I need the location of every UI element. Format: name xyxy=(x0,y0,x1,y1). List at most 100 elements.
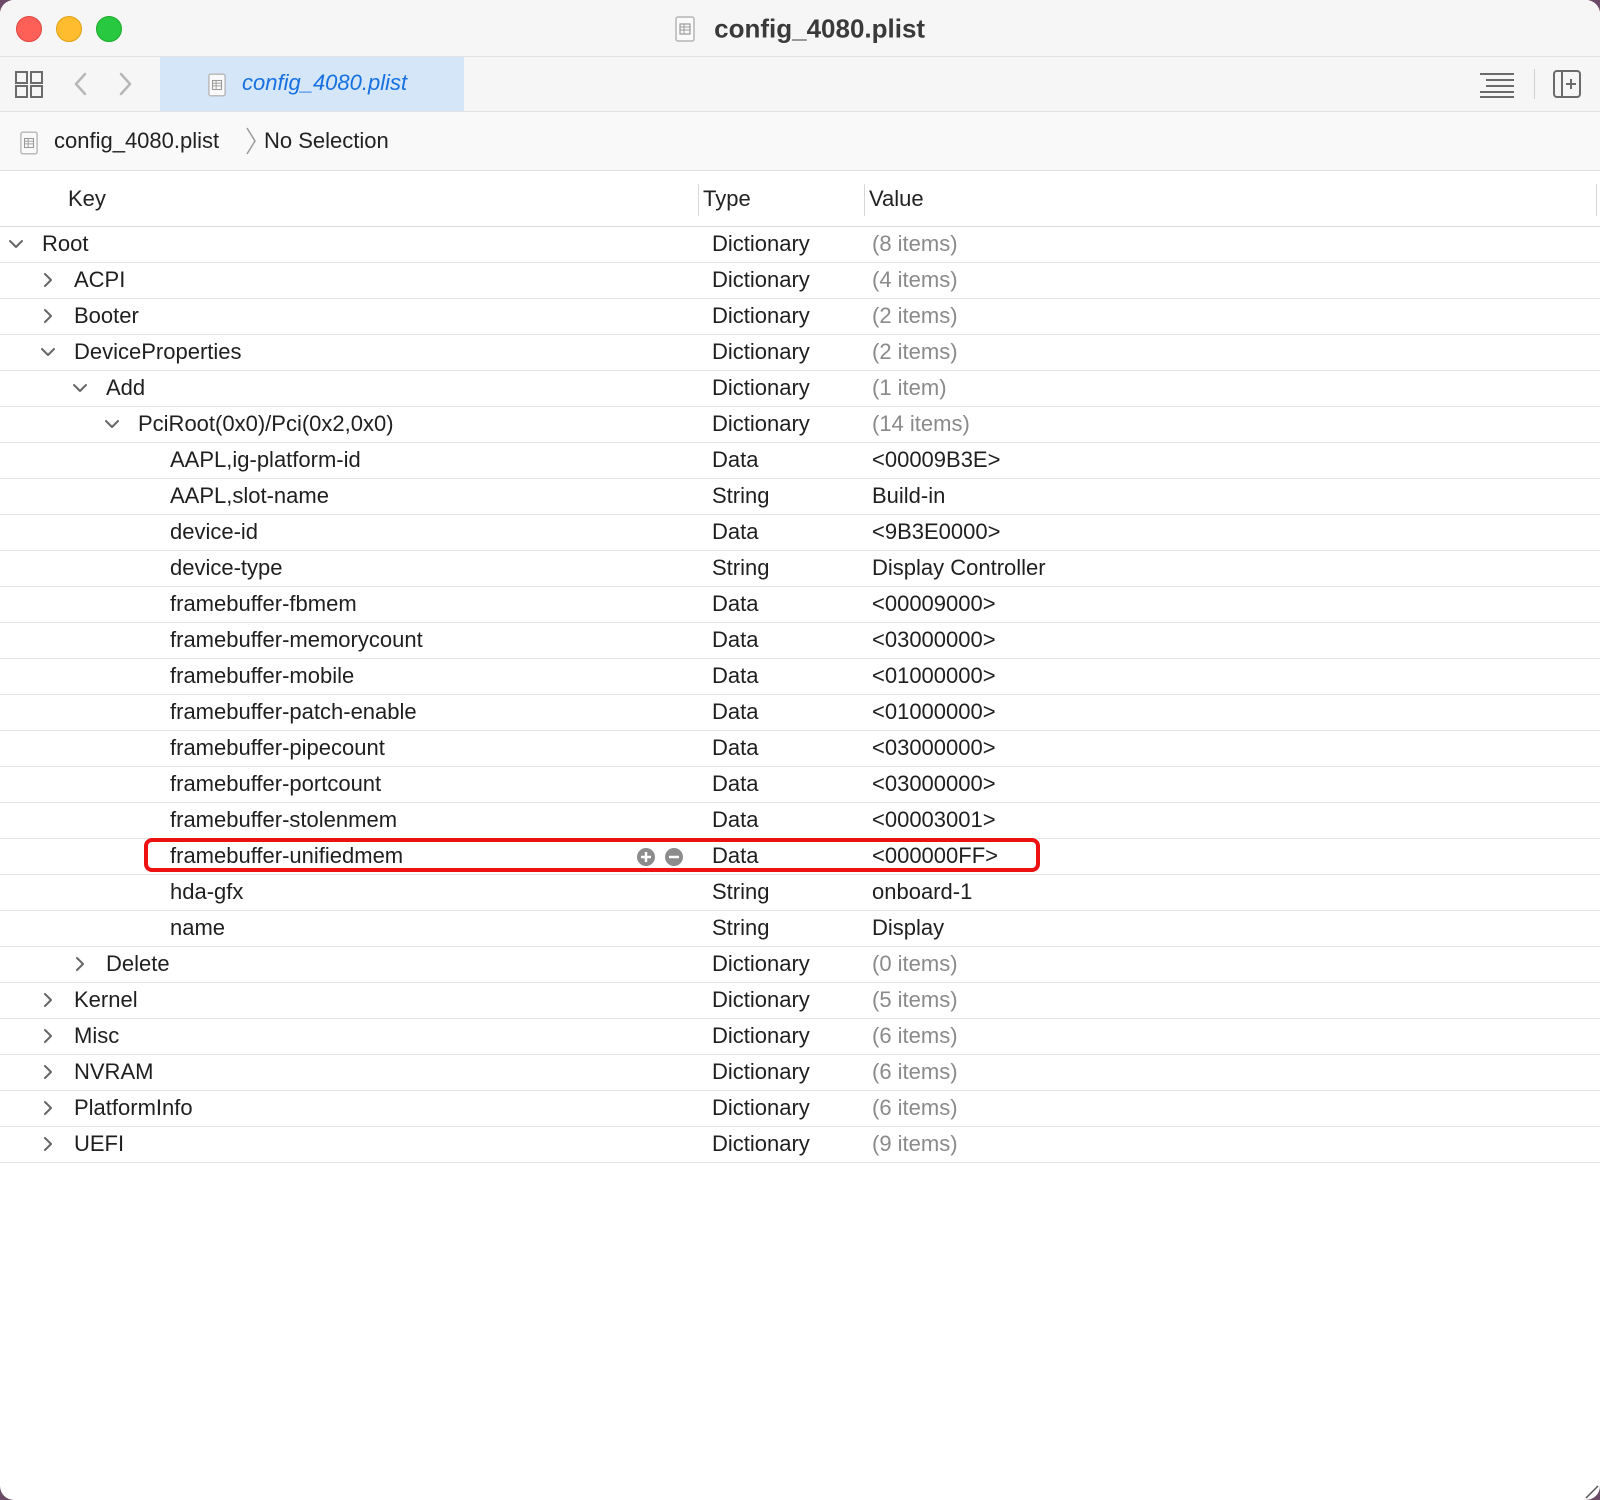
column-header-type[interactable]: Type xyxy=(703,186,751,212)
row-value[interactable]: (1 item) xyxy=(872,375,947,401)
row-type[interactable]: Dictionary xyxy=(712,1023,810,1049)
row-type[interactable]: Dictionary xyxy=(712,303,810,329)
column-divider[interactable] xyxy=(1596,184,1597,216)
outline-row[interactable]: Delete Dictionary (0 items) xyxy=(0,947,1600,983)
row-key[interactable]: framebuffer-portcount xyxy=(170,771,381,797)
outline-row[interactable]: framebuffer-fbmem Data <00009000> xyxy=(0,587,1600,623)
row-type[interactable]: Data xyxy=(712,591,758,617)
row-value[interactable]: <03000000> xyxy=(872,771,996,797)
row-key[interactable]: PlatformInfo xyxy=(74,1095,193,1121)
row-value[interactable]: (6 items) xyxy=(872,1059,958,1085)
outline-row[interactable]: Root Dictionary (8 items) xyxy=(0,227,1600,263)
outline-row[interactable]: framebuffer-patch-enable Data <01000000> xyxy=(0,695,1600,731)
outline-row[interactable]: device-id Data <9B3E0000> xyxy=(0,515,1600,551)
chevron-right-icon[interactable] xyxy=(39,271,57,289)
outline-row[interactable]: DeviceProperties Dictionary (2 items) xyxy=(0,335,1600,371)
row-type[interactable]: String xyxy=(712,879,769,905)
column-divider[interactable] xyxy=(698,184,699,216)
row-value[interactable]: (0 items) xyxy=(872,951,958,977)
row-value[interactable]: (4 items) xyxy=(872,267,958,293)
row-value[interactable]: (6 items) xyxy=(872,1095,958,1121)
row-key[interactable]: Add xyxy=(106,375,145,401)
outline-row[interactable]: Booter Dictionary (2 items) xyxy=(0,299,1600,335)
row-type[interactable]: Dictionary xyxy=(712,375,810,401)
row-key[interactable]: framebuffer-mobile xyxy=(170,663,354,689)
row-value[interactable]: (2 items) xyxy=(872,339,958,365)
row-key[interactable]: UEFI xyxy=(74,1131,124,1157)
row-value[interactable]: (8 items) xyxy=(872,231,958,257)
row-key[interactable]: AAPL,ig-platform-id xyxy=(170,447,361,473)
outline-row[interactable]: Kernel Dictionary (5 items) xyxy=(0,983,1600,1019)
breadcrumb-file[interactable]: config_4080.plist xyxy=(54,128,219,154)
outline-row[interactable]: AAPL,ig-platform-id Data <00009B3E> xyxy=(0,443,1600,479)
chevron-right-icon[interactable] xyxy=(71,955,89,973)
row-key[interactable]: device-id xyxy=(170,519,258,545)
row-key[interactable]: DeviceProperties xyxy=(74,339,242,365)
outline-row[interactable]: UEFI Dictionary (9 items) xyxy=(0,1127,1600,1163)
row-key[interactable]: framebuffer-memorycount xyxy=(170,627,423,653)
row-type[interactable]: String xyxy=(712,555,769,581)
outline-row[interactable]: PciRoot(0x0)/Pci(0x2,0x0) Dictionary (14 i… xyxy=(0,407,1600,443)
row-value[interactable]: <01000000> xyxy=(872,663,996,689)
row-type[interactable]: Dictionary xyxy=(712,1059,810,1085)
forward-chevron-icon[interactable] xyxy=(110,69,140,99)
outline-row[interactable]: framebuffer-memorycount Data <03000000> xyxy=(0,623,1600,659)
grid-icon[interactable] xyxy=(14,69,44,99)
row-value[interactable]: (2 items) xyxy=(872,303,958,329)
row-value[interactable]: onboard-1 xyxy=(872,879,972,905)
outline-row[interactable]: hda-gfx String onboard-1 xyxy=(0,875,1600,911)
row-value[interactable]: Build-in xyxy=(872,483,945,509)
row-value[interactable]: <01000000> xyxy=(872,699,996,725)
row-type[interactable]: Dictionary xyxy=(712,231,810,257)
chevron-down-icon[interactable] xyxy=(71,379,89,397)
row-type[interactable]: Data xyxy=(712,627,758,653)
chevron-right-icon[interactable] xyxy=(39,1135,57,1153)
chevron-down-icon[interactable] xyxy=(39,343,57,361)
add-editor-icon[interactable] xyxy=(1552,69,1582,99)
row-type[interactable]: String xyxy=(712,483,769,509)
row-value[interactable]: Display Controller xyxy=(872,555,1046,581)
row-value[interactable]: <00009B3E> xyxy=(872,447,1000,473)
outline-row[interactable]: framebuffer-pipecount Data <03000000> xyxy=(0,731,1600,767)
chevron-right-icon[interactable] xyxy=(39,1027,57,1045)
chevron-right-icon[interactable] xyxy=(39,307,57,325)
outline-row[interactable]: Misc Dictionary (6 items) xyxy=(0,1019,1600,1055)
row-key[interactable]: Kernel xyxy=(74,987,138,1013)
row-type[interactable]: String xyxy=(712,915,769,941)
row-key[interactable]: framebuffer-stolenmem xyxy=(170,807,397,833)
row-key[interactable]: ACPI xyxy=(74,267,125,293)
row-type[interactable]: Data xyxy=(712,663,758,689)
row-key[interactable]: Root xyxy=(42,231,88,257)
list-icon[interactable] xyxy=(1478,69,1516,99)
row-value[interactable]: <00009000> xyxy=(872,591,996,617)
row-key[interactable]: NVRAM xyxy=(74,1059,153,1085)
chevron-down-icon[interactable] xyxy=(103,415,121,433)
outline-row[interactable]: device-type String Display Controller xyxy=(0,551,1600,587)
row-value[interactable]: <9B3E0000> xyxy=(872,519,1000,545)
tab-config-plist[interactable]: config_4080.plist xyxy=(160,57,464,111)
row-type[interactable]: Dictionary xyxy=(712,339,810,365)
outline-row[interactable]: framebuffer-mobile Data <01000000> xyxy=(0,659,1600,695)
document-icon[interactable] xyxy=(20,131,38,155)
row-type[interactable]: Dictionary xyxy=(712,267,810,293)
row-key[interactable]: framebuffer-patch-enable xyxy=(170,699,417,725)
row-value[interactable]: Display xyxy=(872,915,944,941)
chevron-right-icon[interactable] xyxy=(39,1063,57,1081)
row-key[interactable]: name xyxy=(170,915,225,941)
column-header-key[interactable]: Key xyxy=(68,186,106,212)
row-key[interactable]: AAPL,slot-name xyxy=(170,483,329,509)
outline-row[interactable]: Add Dictionary (1 item) xyxy=(0,371,1600,407)
column-header-value[interactable]: Value xyxy=(869,186,924,212)
row-key[interactable]: framebuffer-pipecount xyxy=(170,735,385,761)
row-type[interactable]: Data xyxy=(712,735,758,761)
outline-row[interactable]: framebuffer-portcount Data <03000000> xyxy=(0,767,1600,803)
row-key[interactable]: Misc xyxy=(74,1023,119,1049)
row-type[interactable]: Dictionary xyxy=(712,1131,810,1157)
row-key[interactable]: device-type xyxy=(170,555,283,581)
row-key[interactable]: hda-gfx xyxy=(170,879,243,905)
row-type[interactable]: Dictionary xyxy=(712,1095,810,1121)
row-value[interactable]: (5 items) xyxy=(872,987,958,1013)
back-chevron-icon[interactable] xyxy=(66,69,96,99)
row-key[interactable]: Delete xyxy=(106,951,170,977)
row-type[interactable]: Data xyxy=(712,807,758,833)
